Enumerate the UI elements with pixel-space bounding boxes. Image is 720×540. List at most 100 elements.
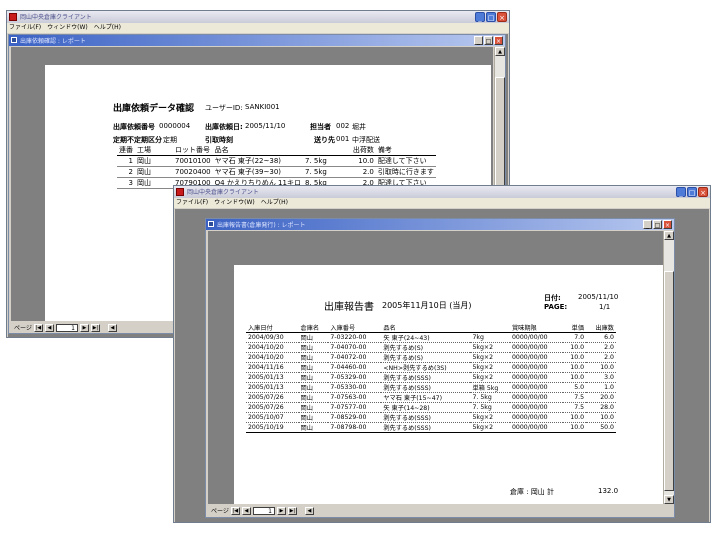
row-warehouse: 岡山 [300,345,313,352]
prev-page-button[interactable]: ◀ [241,506,251,515]
row-entry-no: 7-04070-00 [330,344,367,351]
close-button[interactable]: × [698,187,708,197]
row-date: 2004/10/20 [248,344,284,351]
row-expiry: 0000/00/00 [511,414,548,421]
scroll-up-arrow-icon[interactable]: ▲ [664,231,674,240]
back-report-titlebar[interactable]: 出庫依頼確認 : レポート _ □ × [9,35,505,46]
front-report-titlebar[interactable]: 出庫報告書(倉庫発行) : レポート _ □ × [206,219,674,230]
child-minimize-button[interactable]: _ [474,36,483,45]
row-weight: 7. 5kg [304,168,327,176]
staff-label: 担当者 [310,123,331,131]
row-qty: 3.0 [604,374,614,381]
row-item: ヤマ石 東子(15~47) [383,395,443,402]
child-maximize-button[interactable]: □ [653,220,662,229]
col-item: 品名 [383,325,396,332]
front-mdi-area: 出庫報告書(倉庫発行) : レポート _ □ × 出庫報告書 2005年11月1… [175,209,709,522]
table-row: 2005/10/07 岡山 7-08529-00 剥先するめ(SSS) 5kg×… [246,413,616,423]
minimize-button[interactable]: _ [475,12,485,22]
maximize-button[interactable]: □ [486,12,496,22]
next-page-button[interactable]: ▶ [276,506,286,515]
row-item: 剥先するめ(SSS) [383,375,431,382]
last-page-button[interactable]: ▶| [90,323,100,332]
menu-help[interactable]: ヘルプ(H) [94,23,121,33]
row-spec: 5kg×2 [472,364,494,371]
scroll-thumb[interactable] [664,271,674,491]
row-qty: 50.0 [600,424,614,431]
col-lot: ロット番号 [175,146,210,154]
row-price: 10.0 [570,364,585,371]
first-page-button[interactable]: |◀ [33,323,43,332]
child-close-button[interactable]: × [663,220,672,229]
page-label: ページ [211,508,229,515]
col-item: 品名 [214,146,229,154]
row-qty: 20.0 [600,394,614,401]
row-lot: 70010100 [175,157,211,165]
row-price: 10.0 [570,374,585,381]
row-qty: 10.0 [600,414,614,421]
row-price: 10.0 [570,414,585,421]
staff-name: 堀井 [352,123,366,131]
row-entry-no: 7-07563-00 [330,394,367,401]
row-qty: 1.0 [604,384,614,391]
maximize-button[interactable]: □ [687,187,697,197]
scroll-down-arrow-icon[interactable]: ▼ [664,495,674,504]
table-header: 入庫日付 倉庫名 入庫番号 品名 賞味期限 単価 出庫数 [246,323,616,333]
front-report-paper: 出庫報告書 2005年11月10日 (当月) 日付: 2005/11/10 PA… [234,265,663,504]
last-page-button[interactable]: ▶| [287,506,297,515]
report-title: 出庫報告書 [324,302,374,313]
child-close-button[interactable]: × [494,36,503,45]
minimize-button[interactable]: _ [676,187,686,197]
col-qty: 出庫数 [595,325,614,332]
row-factory: 岡山 [137,157,151,165]
close-button[interactable]: × [497,12,507,22]
page-number-input[interactable]: 1 [252,506,275,515]
menu-window[interactable]: ウィンドウ(W) [214,198,255,208]
next-page-button[interactable]: ▶ [79,323,89,332]
table-row: 2004/11/16 岡山 7-04460-00 <NH>剥先するめ(3S) 5… [246,363,616,373]
table-row: 2004/10/20 岡山 7-04070-00 剥先するめ(S) 5kg×2 … [246,343,616,353]
row-warehouse: 岡山 [300,385,313,392]
kubun-label: 定期不定期区分 [113,136,162,144]
row-date: 2005/10/07 [248,414,284,421]
user-value: SANKI001 [245,103,280,111]
col-spec [470,323,509,333]
child-minimize-button[interactable]: _ [643,220,652,229]
back-titlebar[interactable]: 岡山中央倉庫クライアント _ □ × [7,11,509,23]
row-price: 10.0 [570,424,585,431]
child-maximize-button[interactable]: □ [484,36,493,45]
row-item: <NH>剥先するめ(3S) [383,365,447,372]
front-vertical-scrollbar[interactable]: ▲ ▼ [663,231,674,504]
row-price: 7.5 [574,394,585,401]
prev-page-button[interactable]: ◀ [44,323,54,332]
scroll-up-arrow-icon[interactable]: ▲ [495,47,505,56]
menu-help[interactable]: ヘルプ(H) [261,198,288,208]
row-no: 3 [128,179,133,187]
row-date: 2005/10/19 [248,424,284,431]
req-no-label: 出庫依頼番号 [113,123,155,131]
row-entry-no: 7-04072-00 [330,354,367,361]
row-factory: 岡山 [137,168,151,176]
menu-window[interactable]: ウィンドウ(W) [47,23,88,33]
row-item: 剥先するめ(SSS) [383,385,431,392]
table-row: 2005/10/19 岡山 7-08798-00 剥先するめ(SSS) 5kg×… [246,423,616,433]
row-entry-no: 7-05329-00 [330,374,367,381]
menu-file[interactable]: ファイル(F) [176,198,208,208]
front-window-title: 岡山中央倉庫クライアント [187,189,259,196]
row-date: 2005/01/13 [248,384,284,391]
hscroll-left-arrow-icon[interactable]: ◀ [304,506,314,515]
date-label: 日付: [544,294,561,302]
col-date: 入庫日付 [248,325,273,332]
report-date-text: 2005年11月10日 (当月) [382,301,472,310]
front-titlebar[interactable]: 岡山中央倉庫クライアント _ □ × [174,186,710,198]
col-entry-no: 入庫番号 [330,325,356,332]
first-page-button[interactable]: |◀ [230,506,240,515]
menu-file[interactable]: ファイル(F) [9,23,41,33]
hscroll-left-arrow-icon[interactable]: ◀ [107,323,117,332]
row-warehouse: 岡山 [300,415,313,422]
row-qty: 28.0 [600,404,614,411]
row-item: 剥先するめ(S) [383,355,424,362]
row-entry-no: 7-05330-00 [330,384,367,391]
row-price: 10.0 [570,354,585,361]
front-report-title: 出庫報告書(倉庫発行) : レポート [217,222,306,229]
page-number-input[interactable]: 1 [55,323,78,332]
